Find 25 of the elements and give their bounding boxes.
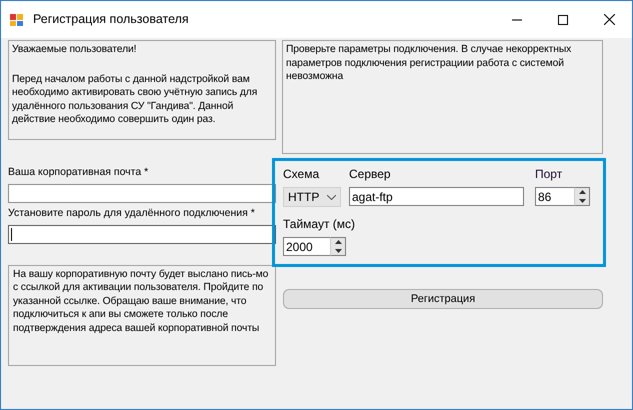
field-label: Схема	[283, 166, 320, 183]
field-label: Ваша корпоративная почта *	[8, 165, 150, 180]
field-label: Сервер	[349, 166, 392, 183]
connection-notice: Проверьте параметры подключения. В случае некорректных параметров подключения регистрациии работа с системой невозможна	[282, 40, 603, 154]
scheme-dropdown[interactable]: HTTP	[283, 187, 341, 207]
register-button[interactable]: Регистрация	[283, 289, 603, 309]
spin-buttons[interactable]	[331, 237, 346, 256]
timeout-field[interactable]: 2000	[283, 237, 331, 256]
window-title: Регистрация пользователя	[33, 11, 189, 28]
input-field[interactable]	[8, 224, 276, 244]
activation-notice: На вашу корпоративную почту будет выслано пись-мо с ссылкой для активации пользователя. Пройдите по указанной ссылке. Обращаю ваше внимание, что подключиться к апи вы сможете только после подтверждения адреса вашей корпоративной почты	[8, 264, 276, 366]
field-label: Таймаут (мс)	[283, 216, 356, 233]
greeting-text: Уважаемые пользователи!	[12, 43, 138, 56]
field-label: Установите пароль для удалённого подключения *	[8, 206, 256, 221]
port-field[interactable]: 86	[535, 187, 575, 206]
text-cursor	[11, 228, 12, 240]
field-label: Порт	[535, 166, 564, 183]
server-field[interactable]: agat-ftp	[349, 187, 524, 206]
maximize-icon[interactable]	[558, 14, 568, 24]
chevron-icon	[327, 194, 336, 200]
input-field[interactable]	[8, 184, 276, 203]
welcome-text: Перед началом работы с данной надстройкой вам необходимо активировать свою учётную запись для удалённого пользования СУ "Гандива". Данной действие необходимо совершить один раз.	[12, 72, 258, 126]
app-icon	[9, 12, 25, 28]
spin-buttons[interactable]	[575, 187, 590, 206]
close-icon[interactable]	[604, 14, 614, 25]
